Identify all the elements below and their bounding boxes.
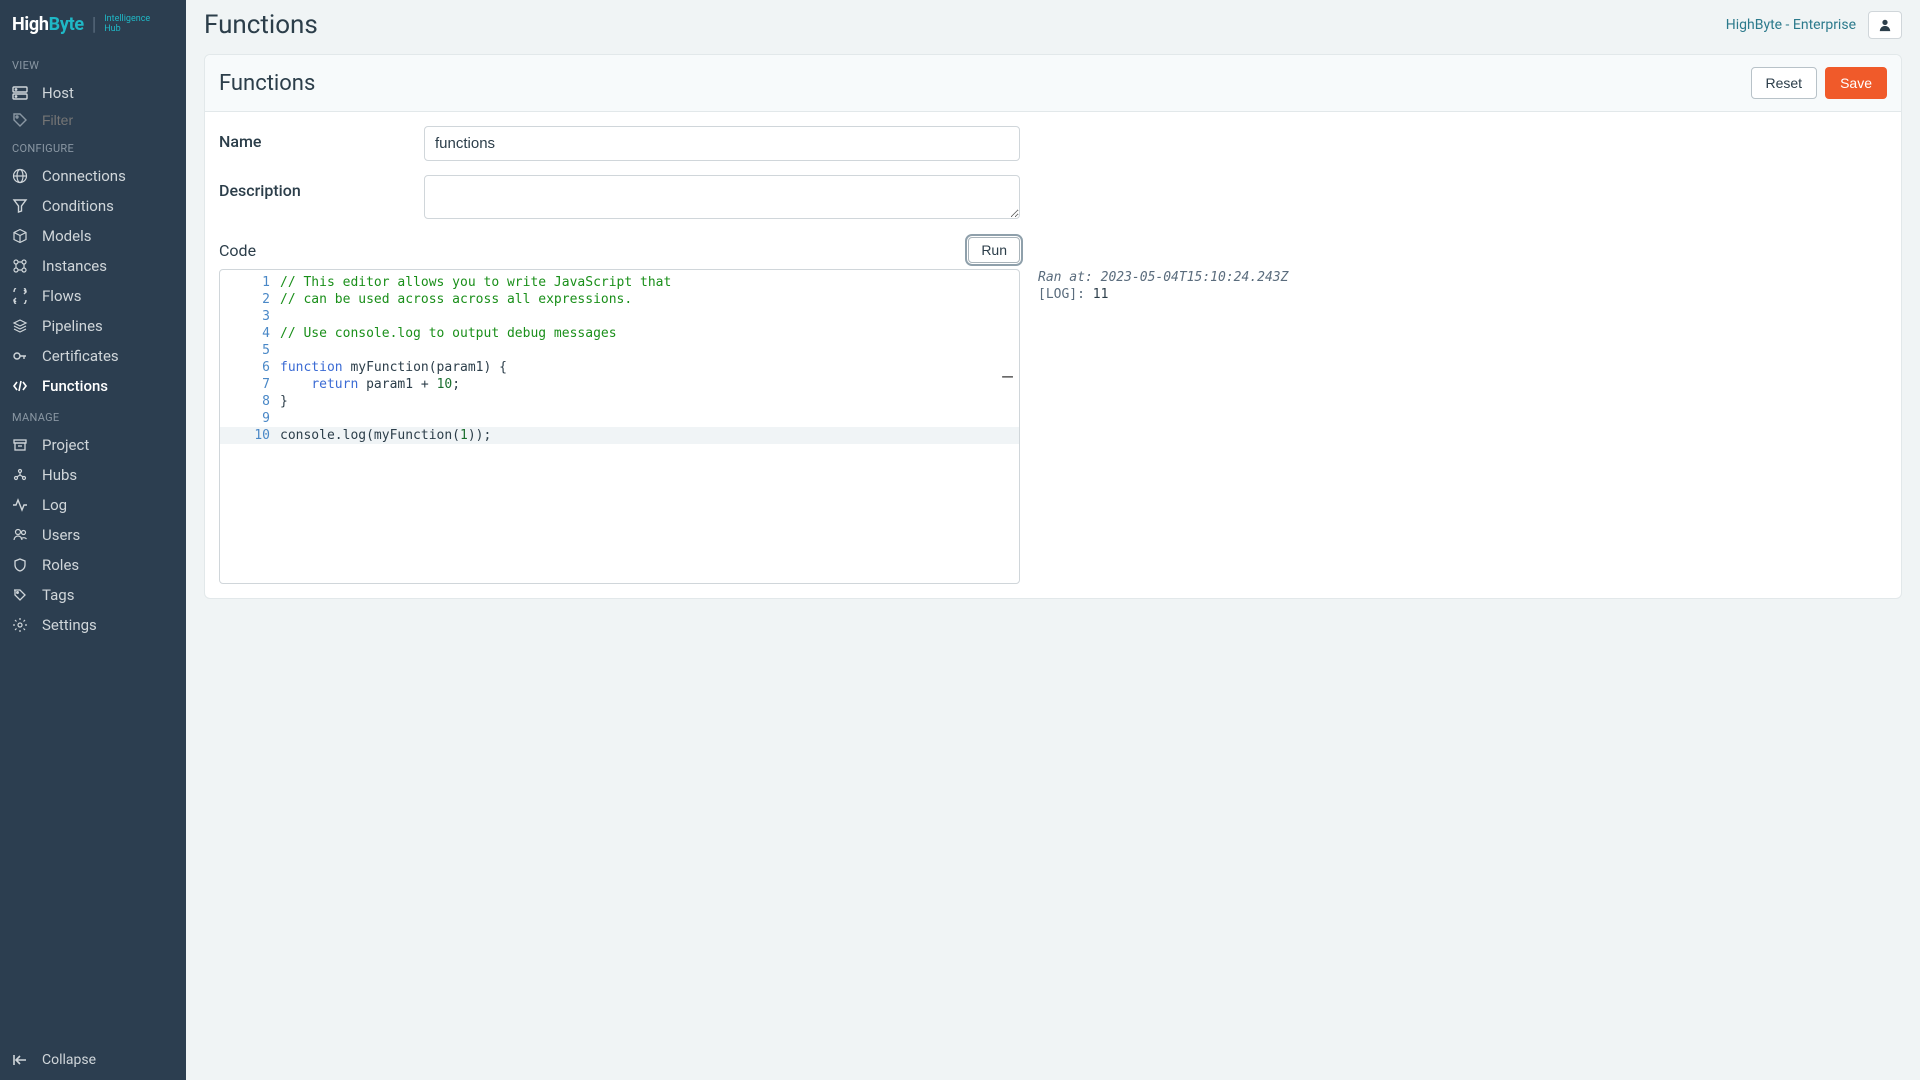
nav-models[interactable]: Models [0,221,186,251]
functions-card: Functions Reset Save Name Description Co… [204,54,1902,599]
code-icon [12,378,30,394]
tag-icon [12,112,30,128]
code-label: Code [219,241,256,260]
nav-tags-label: Tags [42,586,74,604]
nav-collapse-label: Collapse [42,1052,96,1068]
logo: HighByte | IntelligenceHub [0,0,186,49]
funnel-icon [12,198,30,214]
nav-settings[interactable]: Settings [0,610,186,640]
nav-instances[interactable]: Instances [0,251,186,281]
nav-conditions[interactable]: Conditions [0,191,186,221]
nav-certificates-label: Certificates [42,347,119,365]
nav-pipelines[interactable]: Pipelines [0,311,186,341]
filter-input[interactable] [42,112,174,128]
description-input[interactable] [424,175,1020,219]
page-title: Functions [204,10,318,40]
user-button[interactable] [1868,11,1902,39]
users-icon [12,527,30,543]
flows-icon [12,288,30,304]
section-manage: MANAGE [0,401,186,430]
user-icon [1878,18,1892,32]
cube-icon [12,228,30,244]
nav-project[interactable]: Project [0,430,186,460]
instances-icon [12,258,30,274]
gear-icon [12,617,30,633]
nav-connections[interactable]: Connections [0,161,186,191]
nav-project-label: Project [42,436,89,454]
nav-host[interactable]: Host [0,78,186,108]
nav-host-label: Host [42,84,74,102]
nav-users[interactable]: Users [0,520,186,550]
output-log: [LOG]: 11 [1038,286,1288,303]
name-input[interactable] [424,126,1020,161]
nav-filter[interactable] [0,108,186,132]
card-actions: Reset Save [1751,67,1888,99]
logo-sub: IntelligenceHub [104,15,150,35]
nav-log-label: Log [42,496,67,514]
key-icon [12,348,30,364]
name-label: Name [219,126,424,161]
globe-icon [12,168,30,184]
row-description: Description [219,175,1887,223]
top-right: HighByte - Enterprise [1726,11,1902,39]
main: Functions HighByte - Enterprise Function… [186,0,1920,1080]
nav-instances-label: Instances [42,257,107,275]
logo-divider: | [92,14,96,35]
activity-icon [12,497,30,513]
topbar: Functions HighByte - Enterprise [186,0,1920,48]
nav-roles[interactable]: Roles [0,550,186,580]
save-button[interactable]: Save [1825,67,1887,99]
fold-icon[interactable]: — [1002,366,1013,387]
sidebar: HighByte | IntelligenceHub VIEW Host CON… [0,0,186,1080]
nav-functions[interactable]: Functions [0,371,186,401]
nav-settings-label: Settings [42,616,97,634]
host-icon [12,85,30,101]
card-body: Name Description Code Run — 1// This edi… [205,112,1901,598]
output-ran-at: Ran at: 2023-05-04T15:10:24.243Z [1038,269,1288,286]
output-panel: Ran at: 2023-05-04T15:10:24.243Z [LOG]: … [1038,269,1288,303]
nav-models-label: Models [42,227,91,245]
run-button[interactable]: Run [968,237,1020,263]
section-view: VIEW [0,49,186,78]
description-label: Description [219,175,424,223]
nav-tags[interactable]: Tags [0,580,186,610]
card-header: Functions Reset Save [205,55,1901,112]
row-name: Name [219,126,1887,161]
code-run-row: — 1// This editor allows you to write Ja… [219,269,1887,584]
layers-icon [12,318,30,334]
logo-brand: HighByte [12,14,84,35]
nav-conditions-label: Conditions [42,197,114,215]
card-title: Functions [219,71,315,96]
collapse-icon [12,1052,30,1068]
nav-hubs[interactable]: Hubs [0,460,186,490]
nav-users-label: Users [42,526,80,544]
hubs-icon [12,467,30,483]
section-configure: CONFIGURE [0,132,186,161]
nav-flows[interactable]: Flows [0,281,186,311]
shield-icon [12,557,30,573]
archive-icon [12,437,30,453]
nav-roles-label: Roles [42,556,79,574]
nav-log[interactable]: Log [0,490,186,520]
nav-flows-label: Flows [42,287,82,305]
nav-functions-label: Functions [42,377,108,395]
nav-pipelines-label: Pipelines [42,317,103,335]
nav-certificates[interactable]: Certificates [0,341,186,371]
nav-connections-label: Connections [42,167,126,185]
code-editor[interactable]: — 1// This editor allows you to write Ja… [219,269,1020,584]
code-header: Code Run [219,237,1020,263]
tenant[interactable]: HighByte - Enterprise [1726,17,1856,33]
nav-collapse[interactable]: Collapse [0,1040,186,1080]
nav-hubs-label: Hubs [42,466,77,484]
reset-button[interactable]: Reset [1751,67,1818,99]
tags-icon [12,587,30,603]
